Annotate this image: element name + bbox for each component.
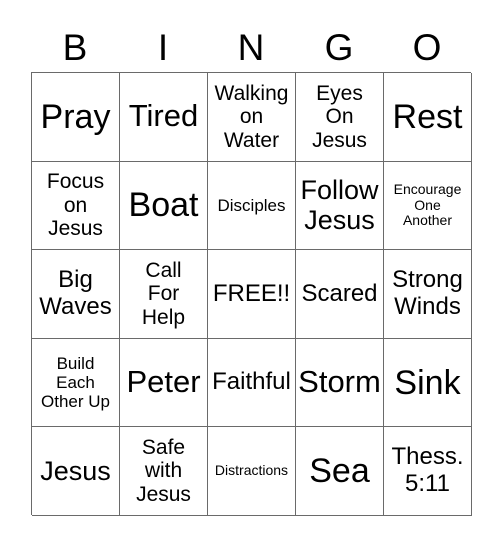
bingo-cell-label: Eyes On Jesus bbox=[312, 81, 367, 152]
bingo-cell-r2-c4[interactable]: Follow Jesus bbox=[296, 161, 384, 251]
bingo-cell-r4-c5[interactable]: Sink bbox=[384, 338, 472, 428]
bingo-header: BINGO bbox=[31, 22, 471, 72]
bingo-header-letter-n: N bbox=[237, 26, 265, 68]
bingo-cell-r2-c5[interactable]: Encourage One Another bbox=[384, 161, 472, 251]
bingo-cell-r5-c4[interactable]: Sea bbox=[296, 427, 384, 516]
bingo-cell-label: Disciples bbox=[217, 195, 286, 215]
bingo-header-letter-i: I bbox=[157, 26, 169, 68]
bingo-header-letter-o: O bbox=[412, 26, 442, 68]
bingo-cell-r5-c2[interactable]: Safe with Jesus bbox=[120, 427, 208, 516]
bingo-cell-label: Distractions bbox=[214, 462, 289, 479]
bingo-cell-label: Thess. 5:11 bbox=[391, 443, 464, 498]
bingo-cell-r2-c1[interactable]: Focus on Jesus bbox=[32, 161, 120, 251]
bingo-cell-label: Encourage One Another bbox=[393, 180, 462, 229]
bingo-cell-r4-c1[interactable]: Build Each Other Up bbox=[32, 338, 120, 428]
bingo-cell-r3-c4[interactable]: Scared bbox=[296, 250, 384, 339]
bingo-cell-r4-c3[interactable]: Faithful bbox=[208, 338, 296, 428]
bingo-free-space[interactable]: FREE!! bbox=[208, 250, 296, 339]
bingo-cell-r1-c4[interactable]: Eyes On Jesus bbox=[296, 73, 384, 162]
bingo-cell-label: Walking on Water bbox=[214, 81, 289, 152]
bingo-cell-r4-c4[interactable]: Storm bbox=[296, 338, 384, 428]
bingo-header-letter-g: G bbox=[324, 26, 354, 68]
bingo-cell-label: Call For Help bbox=[141, 258, 186, 329]
bingo-cell-r5-c5[interactable]: Thess. 5:11 bbox=[384, 427, 472, 516]
bingo-cell-label: FREE!! bbox=[212, 279, 291, 307]
bingo-cell-label: Follow Jesus bbox=[300, 175, 379, 236]
bingo-cell-r2-c2[interactable]: Boat bbox=[120, 161, 208, 251]
bingo-cell-label: Jesus bbox=[40, 456, 111, 487]
bingo-cell-label: Sea bbox=[309, 452, 370, 491]
bingo-cell-r1-c2[interactable]: Tired bbox=[120, 73, 208, 162]
bingo-cell-r3-c1[interactable]: Big Waves bbox=[32, 250, 120, 339]
bingo-cell-r3-c5[interactable]: Strong Winds bbox=[384, 250, 472, 339]
bingo-cell-r1-c5[interactable]: Rest bbox=[384, 73, 472, 162]
bingo-cell-label: Rest bbox=[392, 97, 463, 136]
bingo-cell-label: Sink bbox=[394, 363, 461, 402]
bingo-cell-label: Storm bbox=[298, 364, 381, 400]
bingo-cell-r5-c1[interactable]: Jesus bbox=[32, 427, 120, 516]
bingo-grid: Pray Tired Walking on Water Eyes On Jesus Re… bbox=[31, 72, 472, 516]
bingo-card: B I N G O Pray Tired Walking on Water Eyes On J… bbox=[0, 0, 500, 544]
bingo-cell-r1-c1[interactable]: Pray bbox=[32, 73, 120, 162]
bingo-cell-r2-c3[interactable]: Disciples bbox=[208, 161, 296, 251]
bingo-cell-label: Build Each Other Up bbox=[41, 354, 110, 412]
bingo-cell-r3-c2[interactable]: Call For Help bbox=[120, 250, 208, 339]
bingo-cell-label: Faithful bbox=[212, 368, 291, 396]
bingo-cell-label: Pray bbox=[40, 97, 111, 136]
bingo-cell-r1-c3[interactable]: Walking on Water bbox=[208, 73, 296, 162]
bingo-cell-label: Strong Winds bbox=[392, 266, 463, 320]
bingo-cell-r4-c2[interactable]: Peter bbox=[120, 338, 208, 428]
bingo-cell-label: Peter bbox=[126, 364, 201, 400]
bingo-cell-label: Focus on Jesus bbox=[46, 170, 105, 241]
bingo-cell-label: Scared bbox=[301, 279, 378, 307]
bingo-cell-label: Big Waves bbox=[39, 266, 112, 320]
bingo-header-letter-b: B bbox=[62, 26, 88, 68]
bingo-cell-label: Boat bbox=[128, 186, 199, 225]
bingo-cell-r5-c3[interactable]: Distractions bbox=[208, 427, 296, 516]
bingo-cell-label: Tired bbox=[128, 98, 199, 134]
bingo-cell-label: Safe with Jesus bbox=[136, 435, 191, 506]
